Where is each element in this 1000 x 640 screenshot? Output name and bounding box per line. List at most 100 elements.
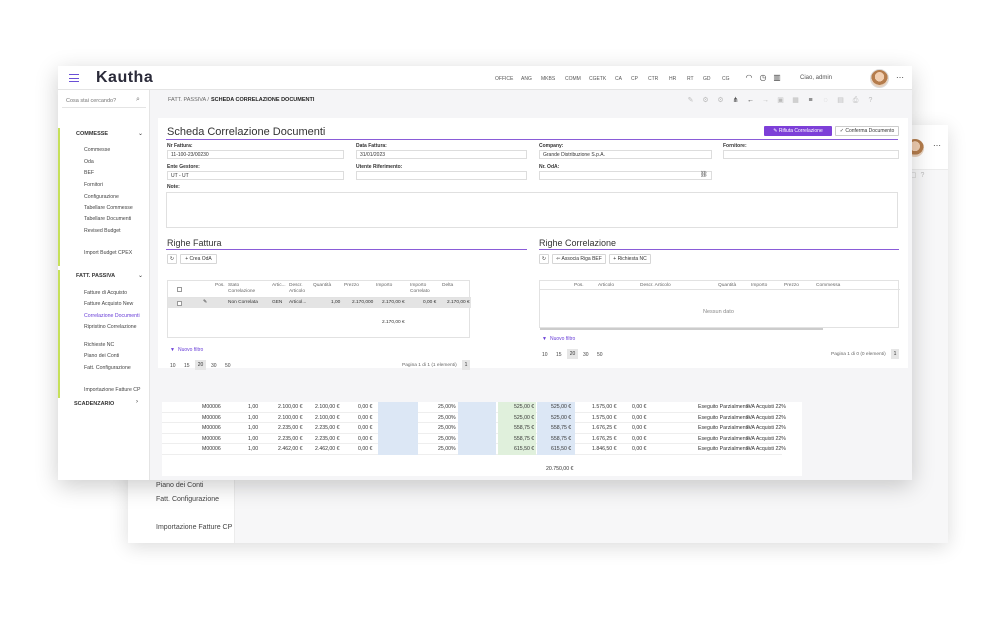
sidebar-item-commesse[interactable]: Commesse bbox=[84, 147, 110, 153]
company-field[interactable] bbox=[539, 150, 712, 159]
sidebar-group-label[interactable]: FATT. PASSIVA bbox=[76, 273, 115, 279]
app-logo[interactable]: Kautha bbox=[96, 69, 153, 87]
hamburger-menu-icon[interactable] bbox=[69, 74, 79, 82]
save-icon[interactable]: ▣ bbox=[776, 96, 785, 105]
page-size-20[interactable]: 20 bbox=[567, 349, 578, 359]
sidebar-item-piano-conti[interactable]: Piano dei Conti bbox=[84, 353, 119, 359]
col-descr[interactable]: Descr. Articolo bbox=[640, 283, 671, 289]
page-size-50[interactable]: 50 bbox=[597, 352, 603, 358]
table-row[interactable]: M00006 1,00 2.235,00 € 2.235,00 € 0,00 € 25,0… bbox=[162, 423, 786, 434]
top-nav-item[interactable]: CA bbox=[615, 76, 622, 82]
refresh-icon[interactable]: ◌ bbox=[821, 96, 830, 105]
chevron-down-icon[interactable]: ⌄ bbox=[138, 130, 143, 137]
link-icon[interactable]: ⛓ bbox=[700, 171, 708, 178]
sidebar-item-correlazione-documenti[interactable]: Correlazione Documenti bbox=[84, 313, 140, 319]
col-importo-correlato[interactable]: Importo Correlato bbox=[410, 283, 440, 294]
reject-correlation-button[interactable]: ✎ Rifiuta Correlazione bbox=[764, 126, 832, 136]
table-row[interactable]: M00006 1,00 2.100,00 € 2.100,00 € 0,00 € 25,0… bbox=[162, 412, 786, 423]
sidebar-item-fatt-configurazione[interactable]: Fatt. Configurazione bbox=[84, 365, 131, 371]
page-size-50[interactable]: 50 bbox=[225, 363, 231, 369]
sidebar-item-fornitori[interactable]: Fornitori bbox=[84, 182, 103, 188]
page-number[interactable]: 1 bbox=[891, 349, 899, 359]
more-icon[interactable]: ⋯ bbox=[896, 73, 904, 82]
col-delta[interactable]: Delta bbox=[442, 283, 453, 289]
chevron-right-icon[interactable]: › bbox=[136, 399, 138, 405]
settings-icon[interactable]: ⚙ bbox=[716, 96, 725, 105]
edit-icon[interactable]: ✎ bbox=[203, 300, 207, 305]
print-icon[interactable]: ⎙ bbox=[851, 96, 860, 105]
clock-icon[interactable]: ◷ bbox=[759, 74, 767, 82]
page-size-10[interactable]: 10 bbox=[170, 363, 176, 369]
sidebar-item-importazione-fatture[interactable]: Importazione Fatture CP bbox=[84, 387, 141, 393]
book-icon[interactable]: ▥ bbox=[773, 74, 781, 82]
top-nav-item[interactable]: CTR bbox=[648, 76, 658, 82]
ente-gestore-field[interactable] bbox=[167, 171, 344, 180]
confirm-document-button[interactable]: ✓ Conferma Documento bbox=[835, 126, 899, 136]
search-input[interactable] bbox=[66, 96, 130, 105]
col-pos[interactable]: Pos. bbox=[215, 283, 225, 289]
sidebar-item-tabellare-documenti[interactable]: Tabellare Documenti bbox=[84, 216, 131, 222]
fornitore-field[interactable] bbox=[723, 150, 899, 159]
top-nav-item[interactable]: GD bbox=[703, 76, 711, 82]
grid-icon[interactable]: ▦ bbox=[791, 96, 800, 105]
chevron-down-icon[interactable]: ⌄ bbox=[138, 272, 143, 279]
sidebar-item-configurazione[interactable]: Configurazione bbox=[84, 194, 119, 200]
sidebar-item-fatture-acquisto[interactable]: Fatture di Acquisto bbox=[84, 290, 127, 296]
page-size-15[interactable]: 15 bbox=[556, 352, 562, 358]
data-fattura-field[interactable] bbox=[356, 150, 527, 159]
page-size-30[interactable]: 30 bbox=[583, 352, 589, 358]
sidebar-item-import-budget[interactable]: Import Budget CPEX bbox=[84, 250, 132, 256]
col-commessa[interactable]: Commessa bbox=[816, 283, 840, 289]
col-articolo[interactable]: Artic... bbox=[272, 283, 286, 289]
list-icon[interactable]: ≡ bbox=[806, 96, 815, 105]
refresh-button[interactable]: ↻ bbox=[167, 254, 177, 264]
page-size-15[interactable]: 15 bbox=[184, 363, 190, 369]
top-nav-item[interactable]: ANG bbox=[521, 76, 532, 82]
top-nav-item[interactable]: CG bbox=[722, 76, 730, 82]
table-row[interactable]: M00006 1,00 2.100,00 € 2.100,00 € 0,00 € 25,0… bbox=[162, 402, 786, 413]
top-nav-item[interactable]: HR bbox=[669, 76, 676, 82]
search-icon[interactable]: ⌕ bbox=[136, 96, 140, 104]
table-row[interactable]: M00006 1,00 2.462,00 € 2.462,00 € 0,00 € 25,0… bbox=[162, 444, 786, 455]
col-quantita[interactable]: Quantità bbox=[313, 283, 331, 289]
scrollbar[interactable] bbox=[540, 328, 823, 330]
col-descr[interactable]: Descr. Articolo bbox=[289, 283, 311, 294]
col-importo[interactable]: Importo bbox=[751, 283, 767, 289]
col-stato[interactable]: Stato Correlazione bbox=[228, 283, 266, 294]
settings-icon[interactable]: ⚙ bbox=[701, 96, 710, 105]
col-pos[interactable]: Pos. bbox=[574, 283, 584, 289]
sidebar-item-fatture-acquisto-new[interactable]: Fatture Acquisto New bbox=[84, 301, 133, 307]
gauge-icon[interactable]: ◠ bbox=[745, 74, 753, 82]
sidebar-item-revised-budget[interactable]: Revised Budget bbox=[84, 228, 121, 234]
top-nav-item[interactable]: COMM bbox=[565, 76, 581, 82]
page-size-30[interactable]: 30 bbox=[211, 363, 217, 369]
user-greeting[interactable]: Ciao, admin bbox=[800, 75, 832, 81]
col-prezzo[interactable]: Prezzo bbox=[344, 283, 359, 289]
sidebar-item-ripristino-correlazione[interactable]: Ripristino Correlazione bbox=[84, 324, 136, 330]
arrow-right-icon[interactable]: → bbox=[761, 96, 770, 105]
export-icon[interactable]: ▤ bbox=[836, 96, 845, 105]
richiesta-nc-button[interactable]: + Richiesta NC bbox=[609, 254, 651, 264]
refresh-button[interactable]: ↻ bbox=[539, 254, 549, 264]
crea-oda-button[interactable]: + Crea OdA bbox=[180, 254, 217, 264]
help-icon[interactable]: ? bbox=[866, 96, 875, 105]
col-articolo[interactable]: Articolo bbox=[598, 283, 614, 289]
sidebar-item-oda[interactable]: Oda bbox=[84, 159, 94, 165]
edit-icon[interactable]: ✎ bbox=[686, 96, 695, 105]
workflow-icon[interactable]: ⋔ bbox=[731, 96, 740, 105]
col-prezzo[interactable]: Prezzo bbox=[784, 283, 799, 289]
utente-riferimento-field[interactable] bbox=[356, 171, 527, 180]
page-size-20[interactable]: 20 bbox=[195, 360, 206, 370]
associa-riga-bef-button[interactable]: ⇐ Associa Riga BEF bbox=[552, 254, 606, 264]
sidebar-item-tabellare-commesse[interactable]: Tabellare Commesse bbox=[84, 205, 133, 211]
sidebar-group-label[interactable]: COMMESSE bbox=[76, 131, 108, 137]
breadcrumb-parent[interactable]: FATT. PASSIVA / bbox=[168, 97, 209, 103]
arrow-left-icon[interactable]: ← bbox=[746, 96, 755, 105]
notes-field[interactable] bbox=[166, 192, 898, 228]
select-all-checkbox[interactable] bbox=[177, 287, 182, 292]
col-importo[interactable]: Importo bbox=[376, 283, 392, 289]
sidebar-item-bef[interactable]: BEF bbox=[84, 170, 94, 176]
top-nav-item[interactable]: CGETK bbox=[589, 76, 606, 82]
page-number[interactable]: 1 bbox=[462, 360, 470, 370]
user-avatar[interactable] bbox=[870, 69, 889, 88]
